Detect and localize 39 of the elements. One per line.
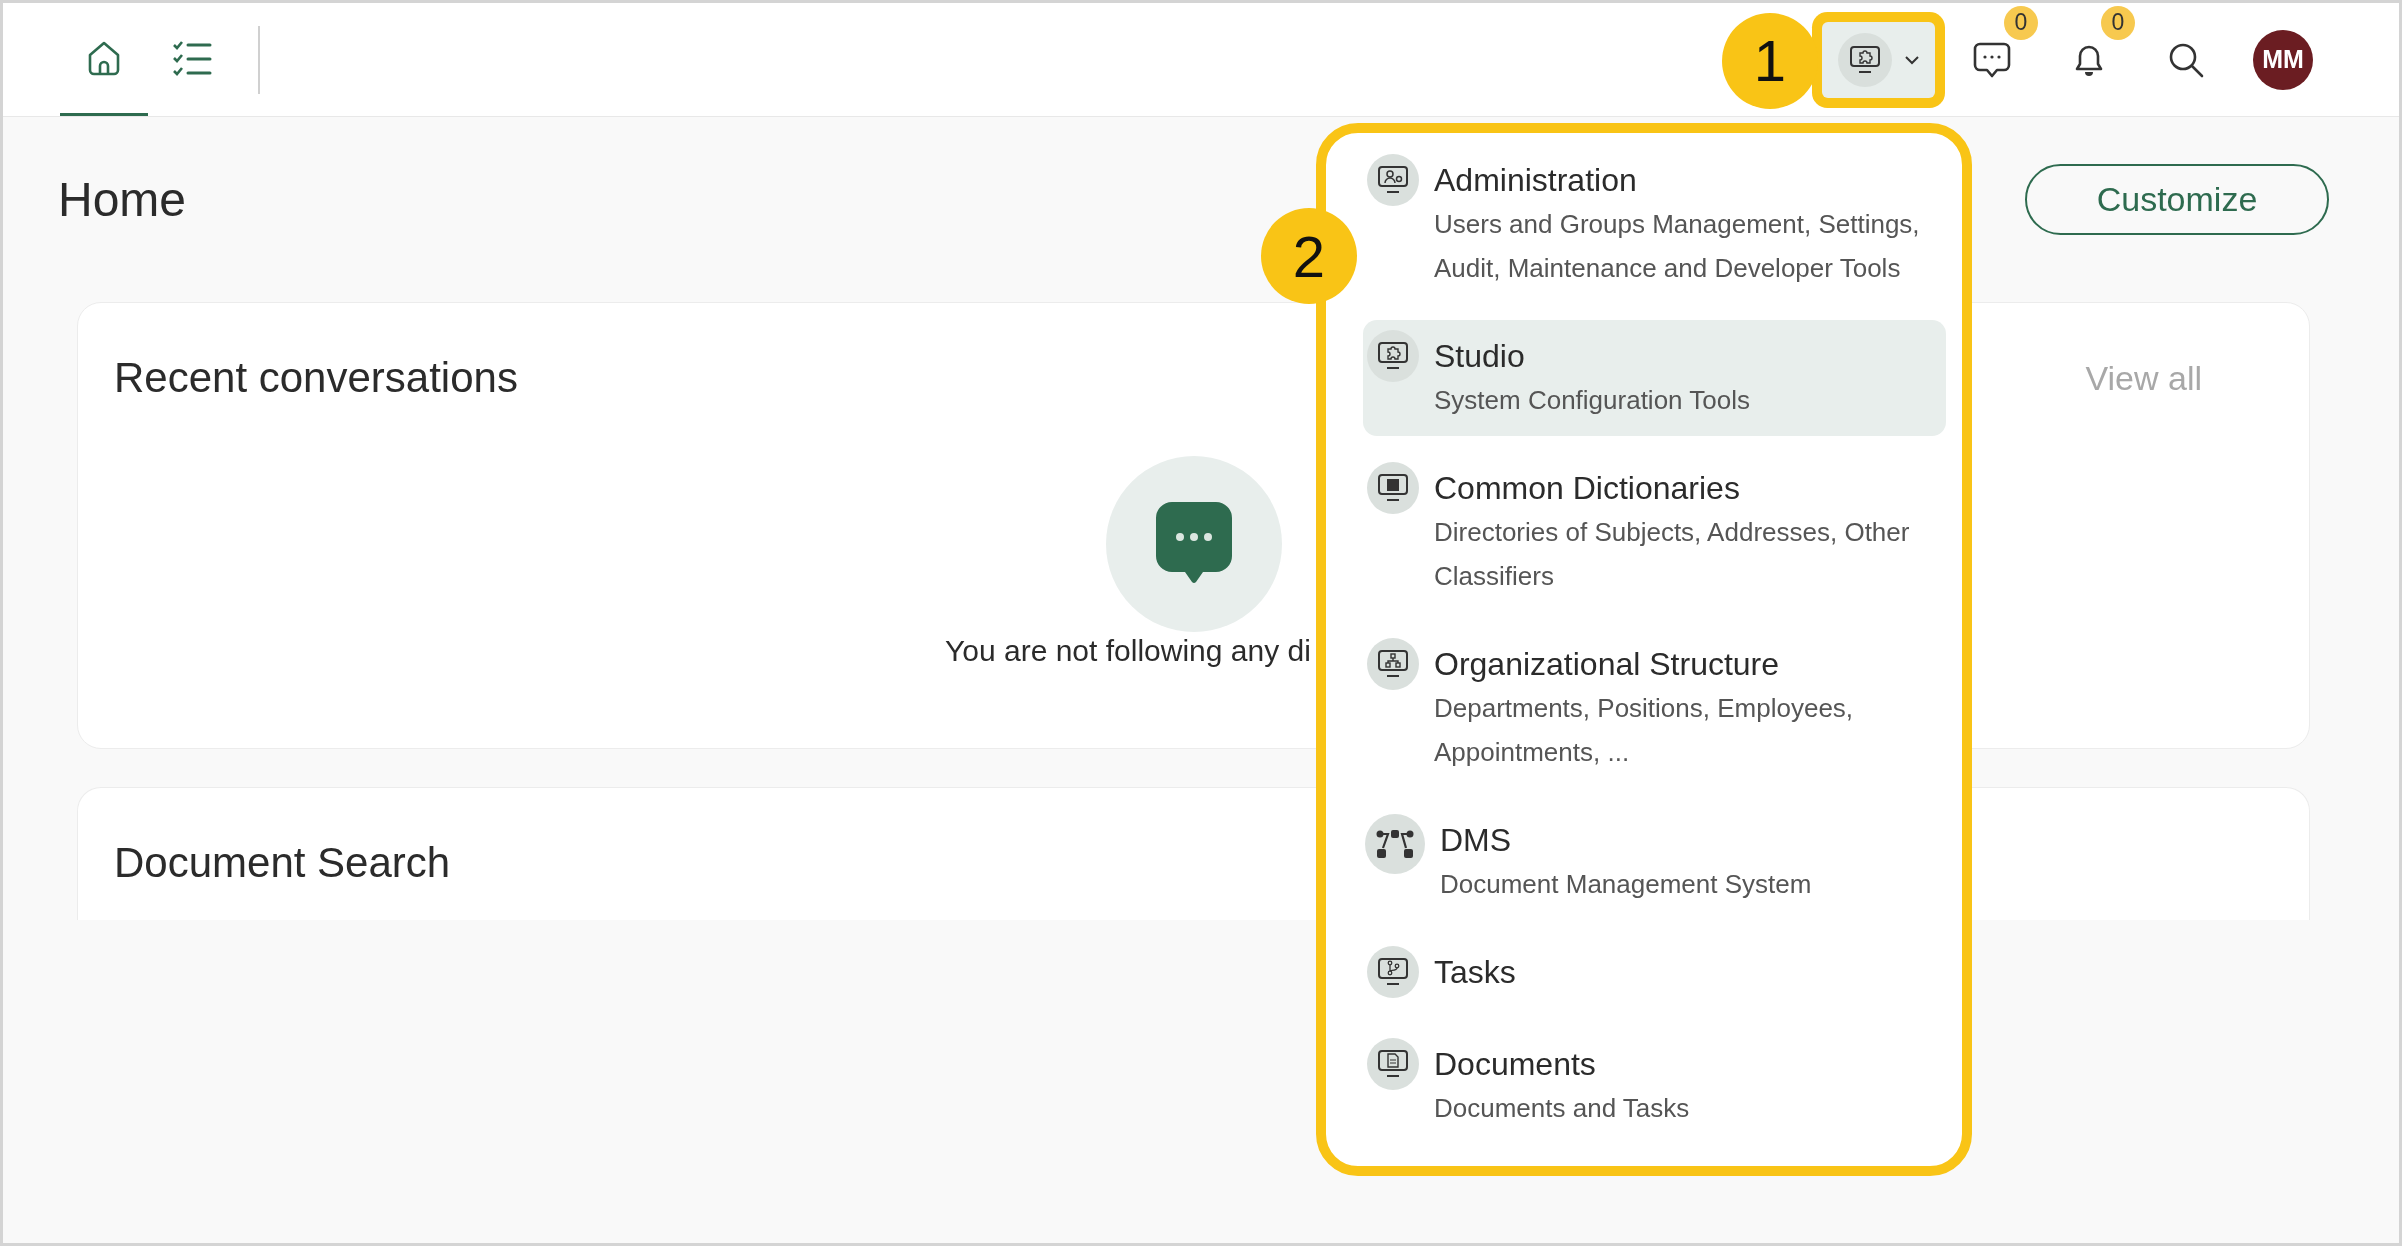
branch-icon (1377, 957, 1409, 987)
customize-button[interactable]: Customize (2025, 164, 2329, 235)
user-settings-icon (1377, 165, 1409, 195)
menu-item-description: Departments, Positions, Employees, Appointments, ... (1434, 692, 1855, 769)
document-icon (1377, 1049, 1409, 1079)
menu-item[interactable]: Organizational Structure Departments, Positions, Employees, Appointments, ... (1363, 628, 1946, 788)
menu-item-description: Documents and Tasks (1434, 1092, 1690, 1125)
menu-item-title: Tasks (1434, 953, 1516, 992)
menu-item-description: Directories of Subjects, Addresses, Other Classifiers (1434, 516, 1911, 593)
menu-item[interactable]: Documents Documents and Tasks (1363, 1028, 1946, 1144)
page-title: Home (58, 172, 187, 227)
menu-item-title: Studio (1434, 337, 1526, 376)
puzzle-icon (1848, 44, 1881, 75)
count-badge: 0 (2101, 5, 2135, 40)
menu-item-description: Document Management System (1440, 868, 1812, 901)
puzzle-icon (1377, 341, 1409, 371)
hierarchy-icon (1377, 649, 1409, 679)
menu-item-description: System Configuration Tools (1434, 384, 1750, 417)
chevron-down-icon (1903, 54, 1920, 65)
menu-item[interactable]: Tasks (1363, 936, 1946, 1012)
menu-item-title: Common Dictionaries (1434, 469, 1741, 508)
menu-item-title: Documents (1434, 1045, 1597, 1084)
menu-item[interactable]: DMS Document Management System (1363, 804, 1946, 920)
card-title: Recent conversations (114, 354, 518, 402)
checklist-icon (171, 39, 213, 77)
menu-item-description: Users and Groups Management, Settings, Audit, Maintenance and Developer Tools (1434, 208, 1921, 285)
user-avatar[interactable]: MM (2253, 29, 2313, 90)
menu-item-title: Organizational Structure (1434, 645, 1781, 684)
menu-item-title: Administration (1434, 161, 1638, 200)
book-icon (1377, 473, 1409, 503)
card-title: Document Search (114, 839, 451, 887)
network-icon (1375, 827, 1415, 861)
menu-item[interactable]: Administration Users and Groups Management, Settings, Audit, Maintenance and Developer Tools (1363, 144, 1946, 304)
step-marker: 2 (1261, 208, 1357, 304)
menu-item-title: DMS (1440, 821, 1513, 860)
menu-item[interactable]: Common Dictionaries Directories of Subjects, Addresses, Other Classifiers (1363, 452, 1946, 612)
count-badge: 0 (2004, 5, 2038, 40)
empty-state-message: You are not following any di (945, 633, 1311, 669)
menu-item[interactable]: Studio System Configuration Tools (1363, 320, 1946, 436)
